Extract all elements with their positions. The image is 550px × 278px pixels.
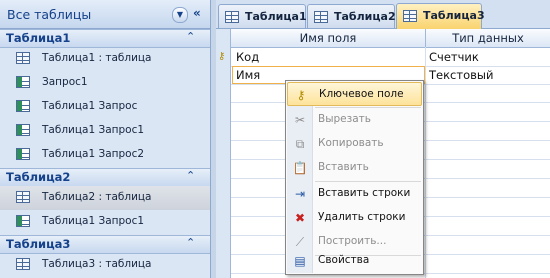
primary-key-icon: ⚷ <box>218 51 226 62</box>
menu-item-label: Вырезать <box>318 113 371 125</box>
nav-item[interactable]: Таблица1 : таблица <box>0 47 210 71</box>
insert-rows-icon: ⇥ <box>294 187 306 201</box>
tab-tablitsa2[interactable]: Таблица2 <box>307 4 396 28</box>
group-label: Таблица2 <box>6 170 71 184</box>
column-divider <box>425 47 426 278</box>
paste-icon: 📋 <box>292 161 308 175</box>
nav-item-label: Таблица1 Запрос1 <box>42 215 145 227</box>
nav-item-label: Таблица3 : таблица <box>42 258 152 270</box>
column-header-field-name[interactable]: Имя поля <box>231 29 426 48</box>
group-header-tablitsa2[interactable]: Таблица2 ⌃ <box>0 168 210 187</box>
table-icon <box>225 11 239 23</box>
menu-item-insert-rows[interactable]: ⇥ Вставить строки <box>287 182 422 206</box>
properties-icon: ▤ <box>294 254 306 268</box>
context-menu: ⚷ Ключевое поле ✂ Вырезать ⧉ Копировать … <box>285 80 424 275</box>
query-icon <box>16 148 30 160</box>
group-header-tablitsa1[interactable]: Таблица1 ⌃ <box>0 29 210 48</box>
field-name-cell[interactable]: Код <box>236 50 259 64</box>
navigation-pane: Все таблицы ▼ « Таблица1 ⌃ Таблица1 : та… <box>0 0 211 278</box>
menu-item-delete-rows[interactable]: ✖ Удалить строки <box>287 206 422 230</box>
menu-item-primary-key[interactable]: ⚷ Ключевое поле <box>287 82 422 106</box>
nav-item-selected[interactable]: Таблица2 : таблица <box>0 186 210 210</box>
table-row[interactable]: Код Счетчик <box>231 48 550 67</box>
tab-tablitsa1[interactable]: Таблица1 <box>218 4 307 28</box>
nav-item-label: Таблица1 Запрос2 <box>42 148 145 160</box>
query-icon <box>16 215 30 227</box>
menu-item-label: Вставить <box>318 161 369 173</box>
nav-item[interactable]: Таблица1 Запрос1 <box>0 210 210 234</box>
query-icon <box>16 100 30 112</box>
query-icon <box>16 76 30 88</box>
group-label: Таблица1 <box>6 31 71 45</box>
nav-item[interactable]: Таблица1 Запрос <box>0 95 210 119</box>
nav-item-label: Таблица2 : таблица <box>42 191 152 203</box>
scissors-icon: ✂ <box>294 113 306 127</box>
chevron-up-icon[interactable]: ⌃ <box>186 30 195 43</box>
chevron-down-icon[interactable]: ▼ <box>172 7 188 23</box>
query-icon <box>16 124 30 136</box>
nav-pane-header[interactable]: Все таблицы ▼ « <box>0 0 210 29</box>
collapse-pane-icon[interactable]: « <box>193 6 201 20</box>
data-type-cell[interactable]: Текстовый <box>429 68 493 82</box>
table-icon <box>16 191 30 203</box>
tab-label: Таблица3 <box>423 9 485 22</box>
menu-item-cut[interactable]: ✂ Вырезать <box>287 108 422 132</box>
builder-icon: ⟋ <box>295 235 305 249</box>
table-icon <box>16 52 30 64</box>
group-header-tablitsa3[interactable]: Таблица3 ⌃ <box>0 235 210 254</box>
menu-item-label: Ключевое поле <box>319 88 404 100</box>
table-icon <box>16 258 30 270</box>
menu-item-properties[interactable]: ▤ Свойства <box>287 249 422 273</box>
nav-pane-title[interactable]: Все таблицы <box>7 7 91 22</box>
delete-rows-icon: ✖ <box>294 211 306 225</box>
menu-item-label: Удалить строки <box>318 211 406 223</box>
menu-item-label: Свойства <box>318 254 370 266</box>
nav-item-label: Таблица1 : таблица <box>42 52 152 64</box>
nav-item-label: Запрос1 <box>42 76 88 88</box>
chevron-up-icon[interactable]: ⌃ <box>186 169 195 182</box>
table-icon <box>314 11 328 23</box>
nav-item-label: Таблица1 Запрос <box>42 100 138 112</box>
tab-label: Таблица2 <box>334 10 396 23</box>
tab-label: Таблица1 <box>245 10 307 23</box>
key-icon: ⚷ <box>296 88 306 102</box>
table-icon <box>403 10 417 22</box>
menu-item-label: Построить... <box>318 235 387 247</box>
row-selector-column[interactable] <box>216 29 231 278</box>
nav-item[interactable]: Таблица1 Запрос2 <box>0 143 210 167</box>
nav-item[interactable]: Запрос1 <box>0 71 210 95</box>
nav-item-label: Таблица1 Запрос1 <box>42 124 145 136</box>
data-type-cell[interactable]: Счетчик <box>429 50 479 64</box>
menu-item-label: Копировать <box>318 137 384 149</box>
chevron-up-icon[interactable]: ⌃ <box>186 236 195 249</box>
nav-item[interactable]: Таблица3 : таблица <box>0 253 210 277</box>
menu-item-paste[interactable]: 📋 Вставить <box>287 156 422 180</box>
tab-tablitsa3[interactable]: Таблица3 <box>396 3 485 29</box>
nav-item[interactable]: Таблица1 Запрос1 <box>0 119 210 143</box>
menu-item-copy[interactable]: ⧉ Копировать <box>287 132 422 156</box>
group-label: Таблица3 <box>6 237 71 251</box>
menu-item-label: Вставить строки <box>318 187 411 199</box>
column-header-data-type[interactable]: Тип данных <box>426 29 550 48</box>
copy-icon: ⧉ <box>295 137 305 151</box>
